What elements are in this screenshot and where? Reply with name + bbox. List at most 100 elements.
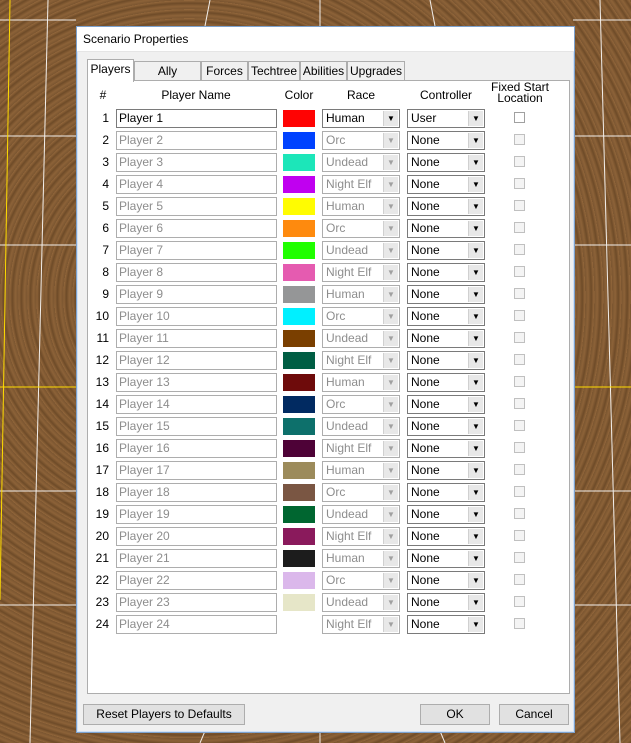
chevron-down-icon[interactable]: ▼	[383, 199, 398, 214]
player-color-swatch[interactable]	[282, 549, 316, 568]
chevron-down-icon[interactable]: ▼	[468, 507, 483, 522]
race-dropdown[interactable]: Night Elf ▼	[322, 175, 400, 194]
race-dropdown[interactable]: Human ▼	[322, 549, 400, 568]
race-dropdown[interactable]: Human ▼	[322, 461, 400, 480]
player-name-input[interactable]: Player 4	[116, 175, 277, 194]
tab-ally-priorities[interactable]: Ally Priorities	[134, 61, 201, 96]
player-name-input[interactable]: Player 9	[116, 285, 277, 304]
chevron-down-icon[interactable]: ▼	[383, 375, 398, 390]
controller-dropdown[interactable]: None ▼	[407, 395, 485, 414]
race-dropdown[interactable]: Orc ▼	[322, 131, 400, 150]
chevron-down-icon[interactable]: ▼	[468, 441, 483, 456]
chevron-down-icon[interactable]: ▼	[383, 573, 398, 588]
fixed-start-checkbox[interactable]	[514, 398, 525, 409]
player-name-input[interactable]: Player 24	[116, 615, 277, 634]
player-color-swatch[interactable]	[282, 505, 316, 524]
controller-dropdown[interactable]: None ▼	[407, 483, 485, 502]
race-dropdown[interactable]: Human ▼	[322, 373, 400, 392]
reset-players-button[interactable]: Reset Players to Defaults	[83, 704, 245, 725]
controller-dropdown[interactable]: None ▼	[407, 439, 485, 458]
player-name-input[interactable]: Player 18	[116, 483, 277, 502]
race-dropdown[interactable]: Night Elf ▼	[322, 527, 400, 546]
player-color-swatch[interactable]	[282, 307, 316, 326]
race-dropdown[interactable]: Night Elf ▼	[322, 263, 400, 282]
race-dropdown[interactable]: Human ▼	[322, 109, 400, 128]
chevron-down-icon[interactable]: ▼	[383, 265, 398, 280]
chevron-down-icon[interactable]: ▼	[468, 397, 483, 412]
chevron-down-icon[interactable]: ▼	[383, 287, 398, 302]
player-color-swatch[interactable]	[282, 175, 316, 194]
tab-techtree[interactable]: Techtree	[248, 61, 300, 81]
player-name-input[interactable]: Player 5	[116, 197, 277, 216]
controller-dropdown[interactable]: None ▼	[407, 263, 485, 282]
controller-dropdown[interactable]: None ▼	[407, 527, 485, 546]
chevron-down-icon[interactable]: ▼	[468, 177, 483, 192]
player-name-input[interactable]: Player 3	[116, 153, 277, 172]
controller-dropdown[interactable]: None ▼	[407, 373, 485, 392]
chevron-down-icon[interactable]: ▼	[383, 507, 398, 522]
fixed-start-checkbox[interactable]	[514, 156, 525, 167]
race-dropdown[interactable]: Undead ▼	[322, 153, 400, 172]
fixed-start-checkbox[interactable]	[514, 376, 525, 387]
chevron-down-icon[interactable]: ▼	[383, 463, 398, 478]
player-color-swatch[interactable]	[282, 527, 316, 546]
race-dropdown[interactable]: Orc ▼	[322, 571, 400, 590]
chevron-down-icon[interactable]: ▼	[383, 309, 398, 324]
chevron-down-icon[interactable]: ▼	[383, 177, 398, 192]
chevron-down-icon[interactable]: ▼	[468, 309, 483, 324]
fixed-start-checkbox[interactable]	[514, 332, 525, 343]
chevron-down-icon[interactable]: ▼	[468, 375, 483, 390]
controller-dropdown[interactable]: None ▼	[407, 417, 485, 436]
chevron-down-icon[interactable]: ▼	[468, 463, 483, 478]
race-dropdown[interactable]: Night Elf ▼	[322, 615, 400, 634]
player-color-swatch[interactable]	[282, 241, 316, 260]
fixed-start-checkbox[interactable]	[514, 134, 525, 145]
race-dropdown[interactable]: Orc ▼	[322, 483, 400, 502]
controller-dropdown[interactable]: None ▼	[407, 153, 485, 172]
chevron-down-icon[interactable]: ▼	[468, 287, 483, 302]
controller-dropdown[interactable]: User ▼	[407, 109, 485, 128]
player-color-swatch[interactable]	[282, 351, 316, 370]
player-color-swatch[interactable]	[282, 461, 316, 480]
fixed-start-checkbox[interactable]	[514, 200, 525, 211]
player-color-swatch[interactable]	[282, 285, 316, 304]
fixed-start-checkbox[interactable]	[514, 574, 525, 585]
player-name-input[interactable]: Player 21	[116, 549, 277, 568]
chevron-down-icon[interactable]: ▼	[468, 485, 483, 500]
tab-upgrades[interactable]: Upgrades	[347, 61, 405, 81]
controller-dropdown[interactable]: None ▼	[407, 549, 485, 568]
controller-dropdown[interactable]: None ▼	[407, 351, 485, 370]
controller-dropdown[interactable]: None ▼	[407, 241, 485, 260]
player-color-swatch[interactable]	[282, 263, 316, 282]
chevron-down-icon[interactable]: ▼	[383, 331, 398, 346]
fixed-start-checkbox[interactable]	[514, 420, 525, 431]
player-color-swatch[interactable]	[282, 219, 316, 238]
player-name-input[interactable]: Player 16	[116, 439, 277, 458]
race-dropdown[interactable]: Night Elf ▼	[322, 351, 400, 370]
player-name-input[interactable]: Player 15	[116, 417, 277, 436]
chevron-down-icon[interactable]: ▼	[383, 397, 398, 412]
fixed-start-checkbox[interactable]	[514, 266, 525, 277]
chevron-down-icon[interactable]: ▼	[468, 199, 483, 214]
race-dropdown[interactable]: Undead ▼	[322, 417, 400, 436]
race-dropdown[interactable]: Undead ▼	[322, 505, 400, 524]
player-name-input[interactable]: Player 17	[116, 461, 277, 480]
player-color-swatch[interactable]	[282, 131, 316, 150]
fixed-start-checkbox[interactable]	[514, 310, 525, 321]
fixed-start-checkbox[interactable]	[514, 618, 525, 629]
fixed-start-checkbox[interactable]	[514, 530, 525, 541]
controller-dropdown[interactable]: None ▼	[407, 307, 485, 326]
player-name-input[interactable]: Player 1	[116, 109, 277, 128]
race-dropdown[interactable]: Orc ▼	[322, 307, 400, 326]
chevron-down-icon[interactable]: ▼	[383, 133, 398, 148]
fixed-start-checkbox[interactable]	[514, 222, 525, 233]
chevron-down-icon[interactable]: ▼	[468, 133, 483, 148]
player-name-input[interactable]: Player 6	[116, 219, 277, 238]
player-color-swatch[interactable]	[282, 571, 316, 590]
controller-dropdown[interactable]: None ▼	[407, 219, 485, 238]
player-color-swatch[interactable]	[282, 417, 316, 436]
chevron-down-icon[interactable]: ▼	[468, 221, 483, 236]
player-name-input[interactable]: Player 10	[116, 307, 277, 326]
player-color-swatch[interactable]	[282, 197, 316, 216]
chevron-down-icon[interactable]: ▼	[468, 265, 483, 280]
